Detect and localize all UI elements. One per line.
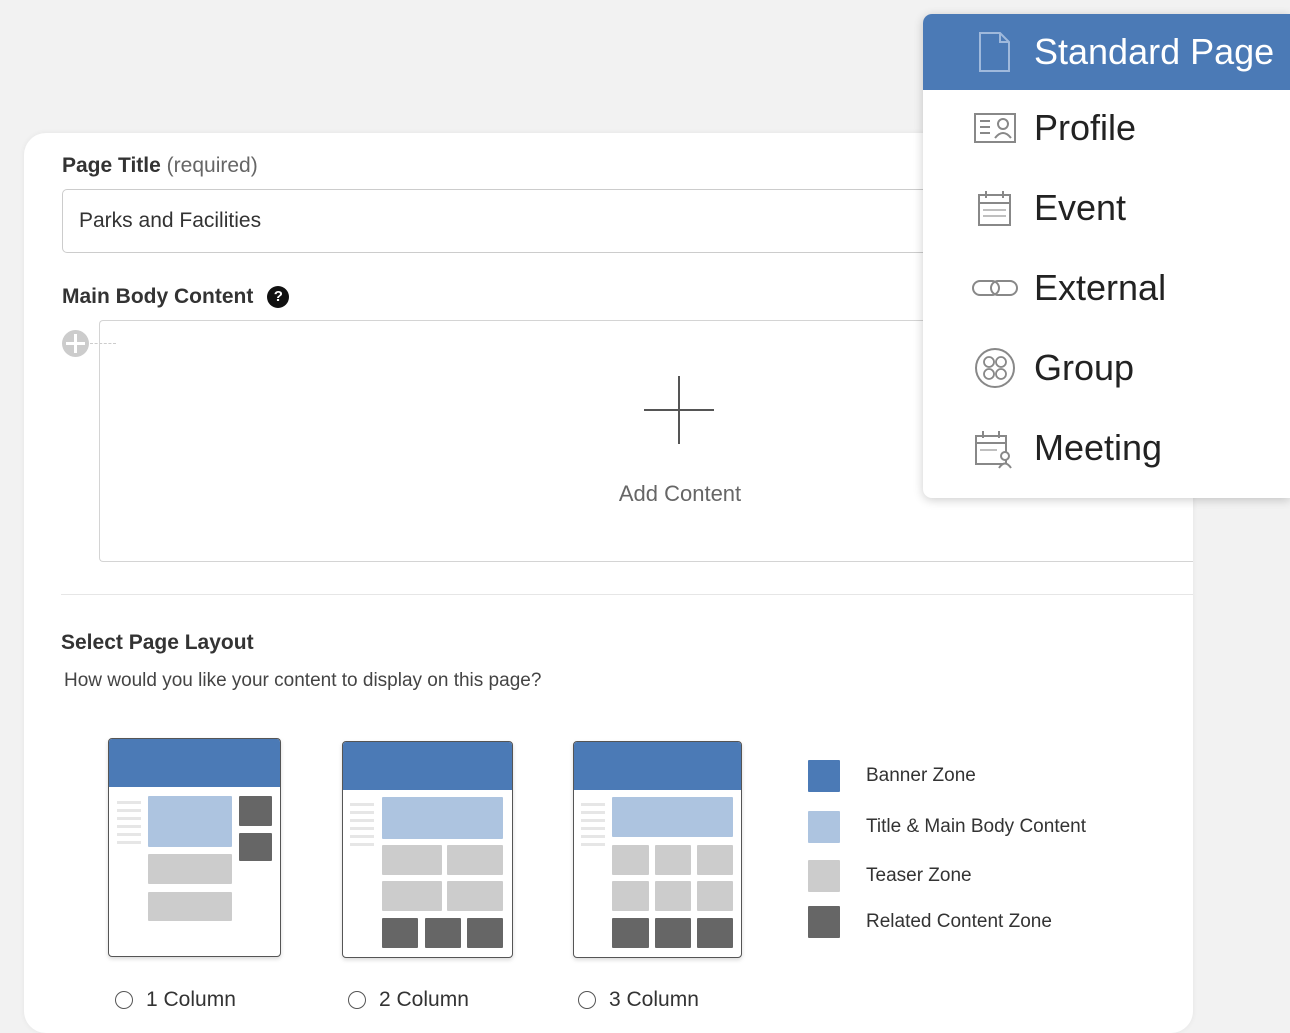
legend-label: Title & Main Body Content: [866, 816, 1087, 837]
main-body-block: [612, 797, 733, 837]
teaser-block: [382, 845, 442, 875]
menu-item-meeting[interactable]: Meeting: [923, 410, 1290, 486]
teaser-block: [447, 881, 503, 911]
layout-option-label: 3 Column: [609, 988, 699, 1011]
related-content-block: [425, 918, 461, 948]
teaser-block: [655, 881, 691, 911]
add-block-handle-icon[interactable]: [62, 330, 89, 357]
meeting-icon: [975, 431, 1012, 469]
main-body-block: [148, 796, 232, 847]
section-divider: [61, 594, 1193, 595]
related-content-block: [612, 918, 649, 948]
plus-icon-vertical[interactable]: [678, 376, 680, 444]
layout-subtext: How would you like your content to displ…: [64, 670, 542, 691]
teaser-block: [148, 892, 232, 921]
related-content-block: [467, 918, 503, 948]
banner-zone-block: [109, 739, 280, 787]
legend-label: Banner Zone: [866, 765, 976, 786]
profile-card-icon: [974, 113, 1016, 143]
teaser-block: [612, 881, 649, 911]
teaser-block: [612, 845, 649, 875]
legend-label: Related Content Zone: [866, 911, 1052, 932]
layout-option-3-column[interactable]: 3 Column: [578, 988, 699, 1012]
page-title-value: Parks and Facilities: [79, 209, 262, 232]
page-title-label: Page Title (required): [62, 154, 258, 177]
teaser-block: [697, 881, 733, 911]
legend-related-content: Related Content Zone: [808, 906, 1052, 938]
menu-item-label: Event: [1034, 187, 1127, 228]
legend-swatch: [808, 760, 840, 792]
related-content-block: [382, 918, 418, 948]
layout-heading: Select Page Layout: [61, 631, 254, 654]
legend-swatch: [808, 860, 840, 892]
legend-swatch: [808, 906, 840, 938]
menu-item-label: Standard Page: [1034, 31, 1275, 72]
legend-main-body: Title & Main Body Content: [808, 811, 1086, 843]
legend-banner-zone: Banner Zone: [808, 760, 976, 792]
radio-button[interactable]: [578, 991, 596, 1009]
nav-lines: [117, 801, 141, 849]
required-hint: (required): [166, 154, 258, 177]
menu-item-standard-page[interactable]: Standard Page: [923, 14, 1290, 90]
teaser-block: [697, 845, 733, 875]
legend-label: Teaser Zone: [866, 865, 972, 886]
document-icon: [979, 32, 1010, 72]
teaser-block: [382, 881, 442, 911]
main-body-label: Main Body Content?: [62, 285, 290, 309]
link-icon: [972, 280, 1018, 296]
teaser-block: [655, 845, 691, 875]
layout-option-2-column[interactable]: 2 Column: [348, 988, 469, 1012]
radio-button[interactable]: [115, 991, 133, 1009]
related-content-block: [655, 918, 691, 948]
teaser-block: [148, 854, 232, 884]
related-content-block: [239, 796, 272, 826]
main-body-block: [382, 797, 503, 839]
group-icon: [975, 348, 1015, 388]
menu-item-label: Profile: [1034, 107, 1137, 148]
layout-thumbnail-1-column[interactable]: [108, 738, 281, 957]
related-content-block: [239, 833, 272, 861]
banner-zone-block: [343, 742, 512, 790]
menu-item-group[interactable]: Group: [923, 330, 1290, 406]
related-content-block: [697, 918, 733, 948]
layout-option-label: 1 Column: [146, 988, 236, 1011]
menu-item-label: Meeting: [1034, 427, 1163, 468]
legend-swatch: [808, 811, 840, 843]
teaser-block: [447, 845, 503, 875]
layout-option-label: 2 Column: [379, 988, 469, 1011]
layout-option-1-column[interactable]: 1 Column: [115, 988, 236, 1012]
legend-teaser-zone: Teaser Zone: [808, 860, 972, 892]
menu-item-event[interactable]: Event: [923, 170, 1290, 246]
radio-button[interactable]: [348, 991, 366, 1009]
layout-thumbnail-2-column[interactable]: [342, 741, 513, 958]
menu-item-label: Group: [1034, 347, 1135, 388]
nav-lines: [581, 803, 605, 851]
menu-item-profile[interactable]: Profile: [923, 90, 1290, 166]
calendar-icon: [978, 191, 1011, 226]
layout-thumbnail-3-column[interactable]: [573, 741, 742, 958]
help-icon[interactable]: ?: [267, 286, 290, 308]
menu-item-label: External: [1034, 267, 1167, 308]
add-content-button[interactable]: Add Content: [580, 481, 780, 507]
banner-zone-block: [574, 742, 741, 790]
page-type-menu: Standard Page Profile Event External Gro…: [923, 14, 1290, 498]
nav-lines: [350, 803, 374, 851]
menu-item-external[interactable]: External: [923, 250, 1290, 326]
